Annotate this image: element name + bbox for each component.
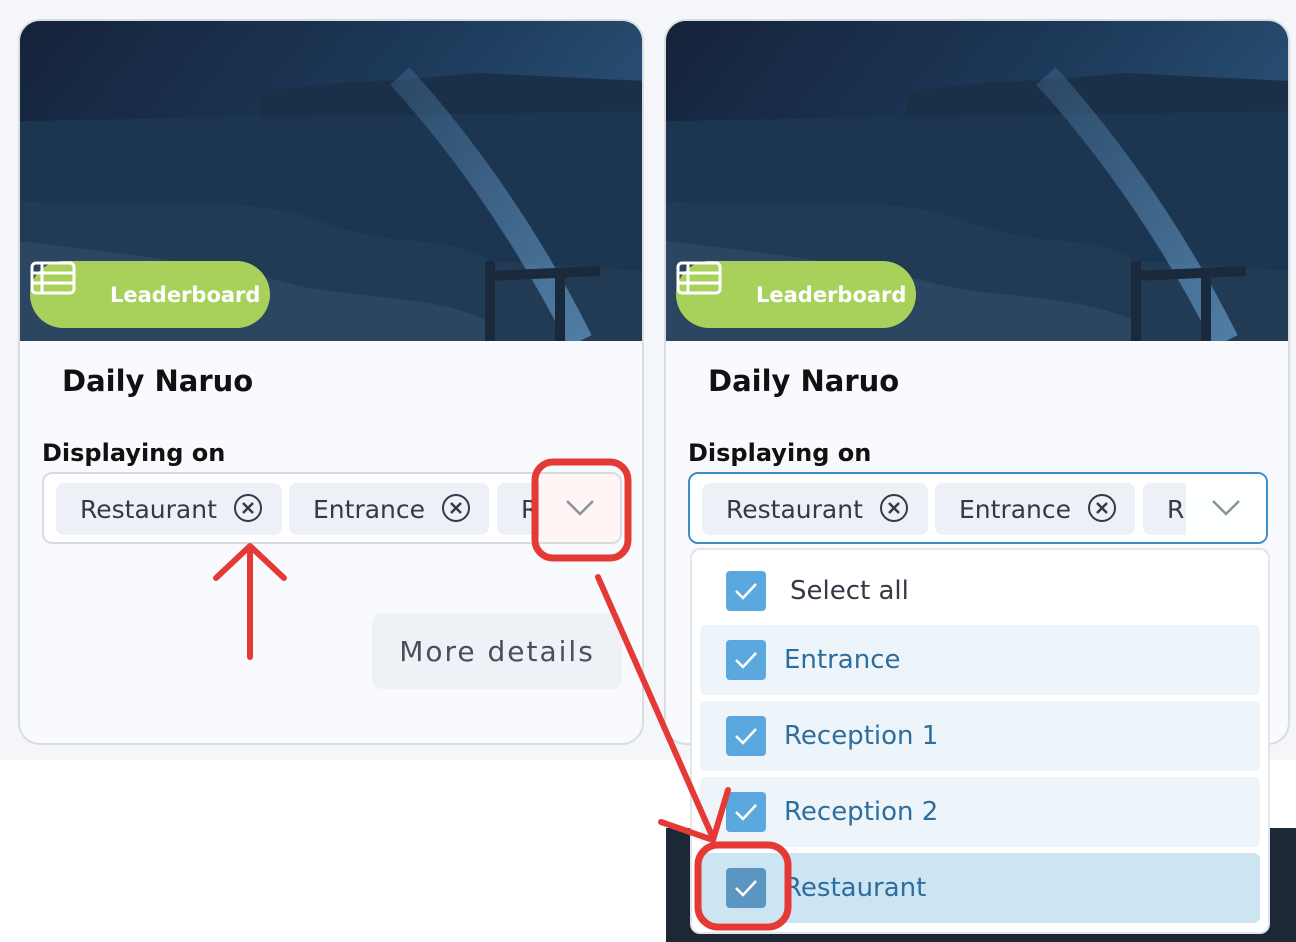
chip-restaurant: Restaurant bbox=[56, 483, 282, 535]
chevron-down-icon bbox=[1212, 500, 1240, 516]
dropdown-toggle-button[interactable] bbox=[1186, 474, 1266, 542]
option-reception-1[interactable]: Reception 1 bbox=[700, 701, 1260, 771]
table-list-icon bbox=[30, 261, 100, 312]
checkbox-checked-icon[interactable] bbox=[726, 792, 766, 832]
displaying-on-label: Displaying on bbox=[688, 439, 872, 467]
remove-chip-icon[interactable] bbox=[1088, 494, 1116, 522]
card-cover-image: Leaderboard bbox=[666, 21, 1288, 341]
chip-label: Restaurant bbox=[80, 494, 217, 524]
option-label: Entrance bbox=[784, 645, 901, 675]
chip-label: R bbox=[521, 494, 539, 524]
option-label: Reception 1 bbox=[784, 721, 939, 751]
card-title: Daily Naruo bbox=[62, 364, 254, 398]
dropdown-toggle-button[interactable] bbox=[540, 474, 620, 542]
displaying-on-dropdown-menu: Select all Entrance Reception 1 Receptio… bbox=[690, 548, 1270, 934]
leaderboard-badge: Leaderboard bbox=[30, 261, 270, 328]
remove-chip-icon[interactable] bbox=[880, 494, 908, 522]
option-restaurant[interactable]: Restaurant bbox=[700, 853, 1260, 923]
checkbox-checked-icon[interactable] bbox=[726, 716, 766, 756]
chip-label: Restaurant bbox=[726, 494, 863, 524]
badge-label: Leaderboard bbox=[756, 282, 907, 307]
chip-label: Entrance bbox=[959, 494, 1072, 524]
card-cover-image: Leaderboard bbox=[20, 21, 642, 341]
displaying-on-label: Displaying on bbox=[42, 439, 226, 467]
option-label: Reception 2 bbox=[784, 797, 939, 827]
option-select-all[interactable]: Select all bbox=[700, 556, 1260, 626]
displaying-on-multiselect[interactable]: Restaurant Entrance R bbox=[688, 472, 1268, 544]
checkbox-checked-icon[interactable] bbox=[726, 640, 766, 680]
chevron-down-icon bbox=[566, 500, 594, 516]
card-title: Daily Naruo bbox=[708, 364, 900, 398]
option-entrance[interactable]: Entrance bbox=[700, 625, 1260, 695]
more-details-button[interactable]: More details bbox=[372, 613, 622, 689]
checkbox-checked-icon[interactable] bbox=[726, 868, 766, 908]
option-label: Restaurant bbox=[784, 873, 927, 903]
option-label: Select all bbox=[790, 576, 909, 606]
remove-chip-icon[interactable] bbox=[234, 494, 262, 522]
remove-chip-icon[interactable] bbox=[442, 494, 470, 522]
chip-label: R bbox=[1167, 494, 1185, 524]
displaying-on-multiselect[interactable]: Restaurant Entrance R bbox=[42, 472, 622, 544]
leaderboard-card-left: Leaderboard Daily Naruo Displaying on Re… bbox=[18, 19, 644, 745]
leaderboard-badge: Leaderboard bbox=[676, 261, 916, 328]
chip-label: Entrance bbox=[313, 494, 426, 524]
checkbox-checked-icon[interactable] bbox=[726, 571, 766, 611]
option-reception-2[interactable]: Reception 2 bbox=[700, 777, 1260, 847]
chip-restaurant: Restaurant bbox=[702, 483, 928, 535]
chip-entrance: Entrance bbox=[289, 483, 489, 535]
chip-entrance: Entrance bbox=[935, 483, 1135, 535]
badge-label: Leaderboard bbox=[110, 282, 261, 307]
table-list-icon bbox=[676, 261, 746, 312]
